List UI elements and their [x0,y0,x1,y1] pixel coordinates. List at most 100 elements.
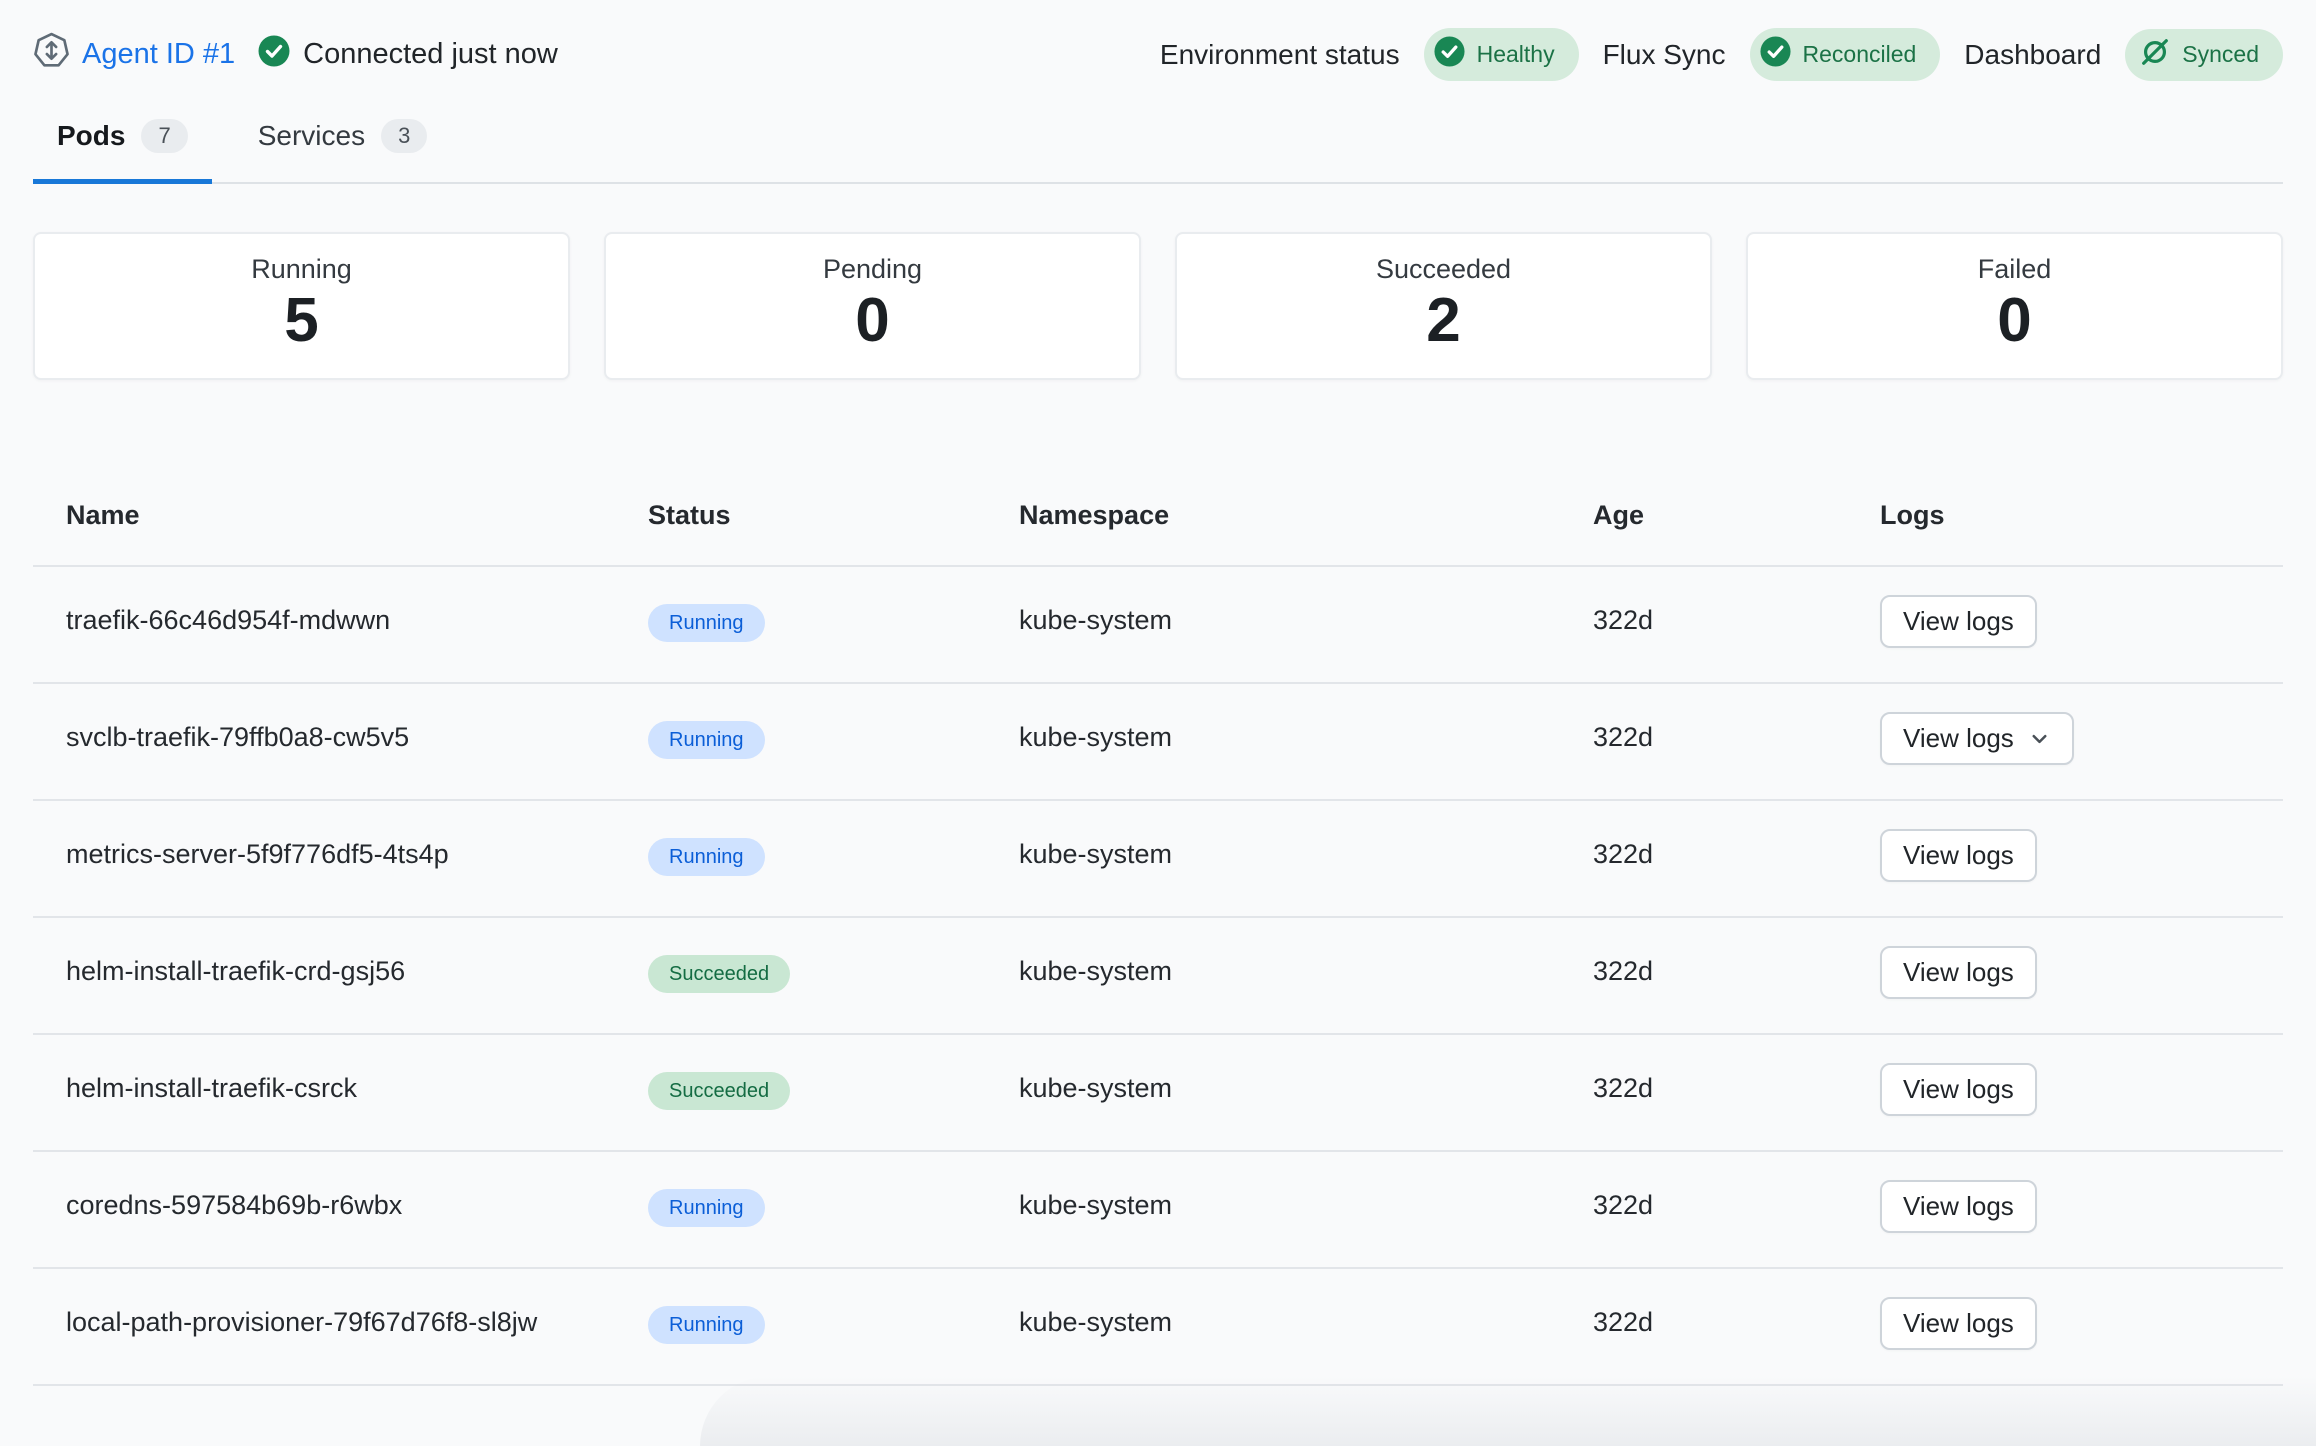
pod-name: traefik-66c46d954f-mdwwn [66,601,648,640]
view-logs-button[interactable]: View logs [1880,829,2037,882]
k8s-dashboard-page: Agent ID #1 Connected just now Environme… [0,0,2316,1386]
pod-age: 322d [1593,1186,1880,1225]
flux-sync-label: Flux Sync [1603,39,1726,71]
table-row: metrics-server-5f9f776df5-4ts4p Running … [33,801,2283,918]
tab-pods-count: 7 [141,119,187,153]
pod-name: helm-install-traefik-crd-gsj56 [66,952,648,991]
card-running-label: Running [35,254,568,285]
flux-reconciled-badge: Reconciled [1750,28,1941,81]
table-row: coredns-597584b69b-r6wbx Running kube-sy… [33,1152,2283,1269]
status-badge: Succeeded [648,1072,790,1110]
pod-namespace: kube-system [1019,952,1593,991]
dashboard-synced-badge: Synced [2125,29,2283,81]
pod-namespace: kube-system [1019,1069,1593,1108]
table-row: traefik-66c46d954f-mdwwn Running kube-sy… [33,567,2283,684]
column-header-namespace: Namespace [1019,496,1593,535]
environment-badges-group: Environment status Healthy Flux Sync [1160,28,2283,81]
connection-status-label: Connected just now [303,38,558,71]
tab-services-label: Services [258,120,365,152]
pod-name: local-path-provisioner-79f67d76f8-sl8jw [66,1303,648,1342]
env-healthy-label: Healthy [1477,41,1555,68]
card-failed-value: 0 [1748,285,2281,356]
table-body: traefik-66c46d954f-mdwwn Running kube-sy… [33,567,2283,1386]
view-logs-label: View logs [1903,606,2014,637]
table-row: local-path-provisioner-79f67d76f8-sl8jw … [33,1269,2283,1386]
view-logs-button[interactable]: View logs [1880,712,2074,765]
check-circle-icon [257,34,291,76]
dashboard-label: Dashboard [1964,39,2101,71]
column-header-logs: Logs [1880,496,2283,535]
view-logs-label: View logs [1903,1191,2014,1222]
status-badge: Running [648,1306,765,1344]
agent-connection-group: Agent ID #1 Connected just now [33,32,558,77]
view-logs-label: View logs [1903,957,2014,988]
column-header-age: Age [1593,496,1880,535]
card-failed: Failed 0 [1746,232,2283,380]
card-pending-label: Pending [606,254,1139,285]
card-pending: Pending 0 [604,232,1141,380]
top-bar: Agent ID #1 Connected just now Environme… [33,0,2283,81]
pod-age: 322d [1593,1069,1880,1108]
pod-name: svclb-traefik-79ffb0a8-cw5v5 [66,718,648,757]
check-circle-icon [1759,35,1792,74]
check-circle-icon [1433,35,1466,74]
table-row: svclb-traefik-79ffb0a8-cw5v5 Running kub… [33,684,2283,801]
env-status-label: Environment status [1160,39,1400,71]
status-badge: Succeeded [648,955,790,993]
agent-link-label: Agent ID #1 [82,38,235,71]
chevron-down-icon [2028,727,2051,750]
tab-services-count: 3 [381,119,427,153]
pod-namespace: kube-system [1019,601,1593,640]
view-logs-label: View logs [1903,1308,2014,1339]
tab-services[interactable]: Services 3 [234,113,452,184]
table-row: helm-install-traefik-csrck Succeeded kub… [33,1035,2283,1152]
pod-namespace: kube-system [1019,835,1593,874]
connection-status: Connected just now [257,34,558,76]
pods-table: Name Status Namespace Age Logs traefik-6… [33,470,2283,1386]
pod-name: helm-install-traefik-csrck [66,1069,648,1108]
card-running: Running 5 [33,232,570,380]
status-badge: Running [648,721,765,759]
view-logs-label: View logs [1903,723,2014,754]
env-healthy-badge: Healthy [1424,28,1579,81]
tab-bar: Pods 7 Services 3 [33,113,2283,184]
pod-age: 322d [1593,718,1880,757]
card-succeeded-value: 2 [1177,285,1710,356]
view-logs-button[interactable]: View logs [1880,1297,2037,1350]
view-logs-button[interactable]: View logs [1880,1180,2037,1233]
pod-age: 322d [1593,835,1880,874]
view-logs-button[interactable]: View logs [1880,946,2037,999]
status-badge: Running [648,604,765,642]
tab-pods-label: Pods [57,120,125,152]
slash-circle-icon [2139,36,2171,74]
view-logs-button[interactable]: View logs [1880,1063,2037,1116]
pod-age: 322d [1593,1303,1880,1342]
tab-pods[interactable]: Pods 7 [33,113,212,184]
bottom-sheet-shadow [700,1376,2316,1446]
column-header-name: Name [66,496,648,535]
column-header-status: Status [648,496,1019,535]
pod-age: 322d [1593,952,1880,991]
table-row: helm-install-traefik-crd-gsj56 Succeeded… [33,918,2283,1035]
pod-namespace: kube-system [1019,718,1593,757]
agent-icon [33,32,70,77]
pod-namespace: kube-system [1019,1303,1593,1342]
dashboard-synced-label: Synced [2182,41,2259,68]
card-succeeded-label: Succeeded [1177,254,1710,285]
pod-namespace: kube-system [1019,1186,1593,1225]
flux-reconciled-label: Reconciled [1803,41,1917,68]
agent-link[interactable]: Agent ID #1 [33,32,235,77]
view-logs-button[interactable]: View logs [1880,595,2037,648]
pod-age: 322d [1593,601,1880,640]
card-pending-value: 0 [606,285,1139,356]
status-badge: Running [648,838,765,876]
view-logs-label: View logs [1903,1074,2014,1105]
pod-summary-cards: Running 5 Pending 0 Succeeded 2 Failed 0 [33,232,2283,380]
view-logs-label: View logs [1903,840,2014,871]
card-succeeded: Succeeded 2 [1175,232,1712,380]
card-failed-label: Failed [1748,254,2281,285]
table-header-row: Name Status Namespace Age Logs [33,470,2283,567]
pod-name: coredns-597584b69b-r6wbx [66,1186,648,1225]
card-running-value: 5 [35,285,568,356]
pod-name: metrics-server-5f9f776df5-4ts4p [66,835,648,874]
